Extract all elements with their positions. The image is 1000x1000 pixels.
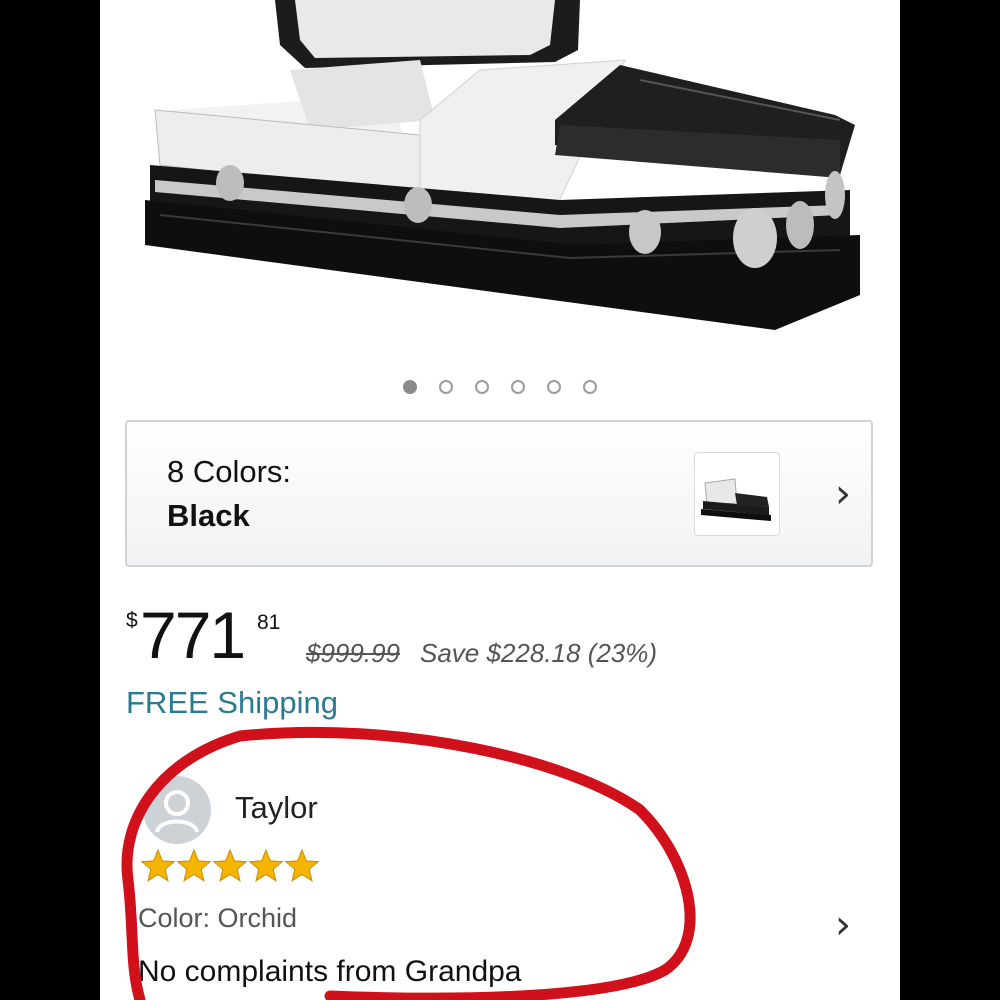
savings-label: Save $228.18 (23%): [420, 638, 658, 668]
product-image[interactable]: [100, 0, 900, 360]
chevron-right-icon[interactable]: ›: [835, 474, 851, 514]
review-text: No complaints from Grandpa: [138, 955, 522, 988]
star-icon: [248, 848, 284, 882]
chevron-right-icon[interactable]: ›: [835, 905, 851, 945]
list-price: $999.99: [306, 638, 400, 668]
carousel-dot[interactable]: [439, 380, 453, 394]
user-avatar-icon: [143, 776, 211, 844]
selected-color-label: Black: [167, 498, 250, 533]
star-icon: [140, 848, 176, 882]
carousel-dot[interactable]: [475, 380, 489, 394]
price-currency: $: [126, 609, 138, 632]
product-screen: 8 Colors: Black › $ 771 81 $999.99 Save …: [100, 0, 900, 1000]
star-rating: [140, 848, 320, 882]
carousel-dot[interactable]: [547, 380, 561, 394]
carousel-dot[interactable]: [583, 380, 597, 394]
price-whole: 771: [140, 598, 246, 672]
reviewer-name[interactable]: Taylor: [235, 790, 318, 826]
star-icon: [284, 848, 320, 882]
price-fraction: 81: [257, 611, 281, 634]
color-selector[interactable]: 8 Colors: Black ›: [125, 420, 873, 567]
review-color: Color: Orchid: [138, 903, 298, 933]
carousel-dot[interactable]: [511, 380, 525, 394]
carousel-dots[interactable]: [100, 376, 900, 400]
color-count-label: 8 Colors:: [167, 454, 292, 489]
star-icon: [176, 848, 212, 882]
free-shipping-link[interactable]: FREE Shipping: [126, 685, 338, 721]
carousel-dot[interactable]: [403, 380, 417, 394]
star-icon: [212, 848, 248, 882]
color-thumbnail[interactable]: [694, 452, 780, 536]
